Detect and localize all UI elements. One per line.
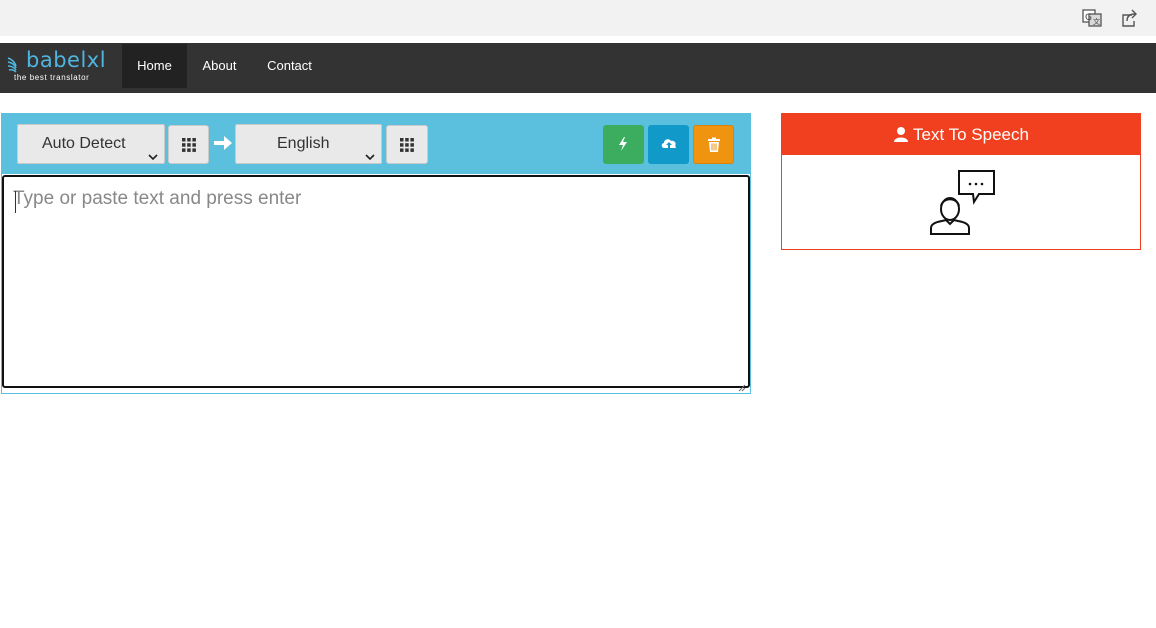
nav-contact[interactable]: Contact — [255, 44, 324, 88]
target-language-value: English — [277, 135, 330, 152]
share-icon[interactable] — [1118, 8, 1138, 28]
nav-about[interactable]: About — [190, 44, 249, 88]
resize-handle-icon[interactable] — [738, 376, 746, 392]
logo[interactable]: babelxl the best translator — [4, 47, 114, 89]
speaking-person-icon[interactable] — [928, 168, 996, 236]
logo-tagline: the best translator — [14, 73, 90, 82]
chevron-down-icon — [148, 139, 158, 161]
tts-header[interactable]: Text To Speech — [782, 114, 1140, 155]
grid-icon — [182, 138, 196, 152]
logo-wordmark: babelxl — [26, 48, 107, 72]
source-language-value: Auto Detect — [42, 135, 126, 152]
chevron-down-icon — [365, 139, 375, 161]
svg-text:G: G — [1085, 13, 1092, 23]
upload-button[interactable] — [648, 125, 689, 164]
source-text-input[interactable]: Type or paste text and press enter — [2, 175, 750, 392]
grid-icon — [400, 138, 414, 152]
translate-icon[interactable]: G 文 — [1082, 8, 1102, 28]
translator-panel: Auto Detect English Type or paste text a… — [1, 113, 751, 394]
tts-panel: Text To Speech — [781, 113, 1141, 250]
user-icon — [894, 127, 909, 142]
translator-toolbar: Auto Detect English — [2, 114, 750, 174]
arrow-right-icon — [213, 134, 233, 152]
nav-home[interactable]: Home — [122, 44, 187, 88]
browser-toolbar: G 文 — [0, 0, 1156, 36]
browser-gap — [0, 36, 1156, 43]
clear-button[interactable] — [693, 125, 734, 164]
source-language-grid-button[interactable] — [168, 125, 209, 164]
svg-text:文: 文 — [1093, 17, 1100, 26]
cloud-upload-icon — [661, 139, 677, 149]
source-text-placeholder: Type or paste text and press enter — [13, 188, 302, 209]
tts-title: Text To Speech — [913, 125, 1029, 144]
navbar: babelxl the best translator Home About C… — [0, 43, 1156, 93]
trash-icon — [708, 137, 720, 152]
target-language-grid-button[interactable] — [386, 125, 428, 164]
source-language-select[interactable]: Auto Detect — [17, 124, 165, 164]
target-language-select[interactable]: English — [235, 124, 382, 164]
text-cursor — [15, 191, 16, 213]
bolt-icon — [619, 137, 627, 151]
translate-button[interactable] — [603, 125, 644, 164]
